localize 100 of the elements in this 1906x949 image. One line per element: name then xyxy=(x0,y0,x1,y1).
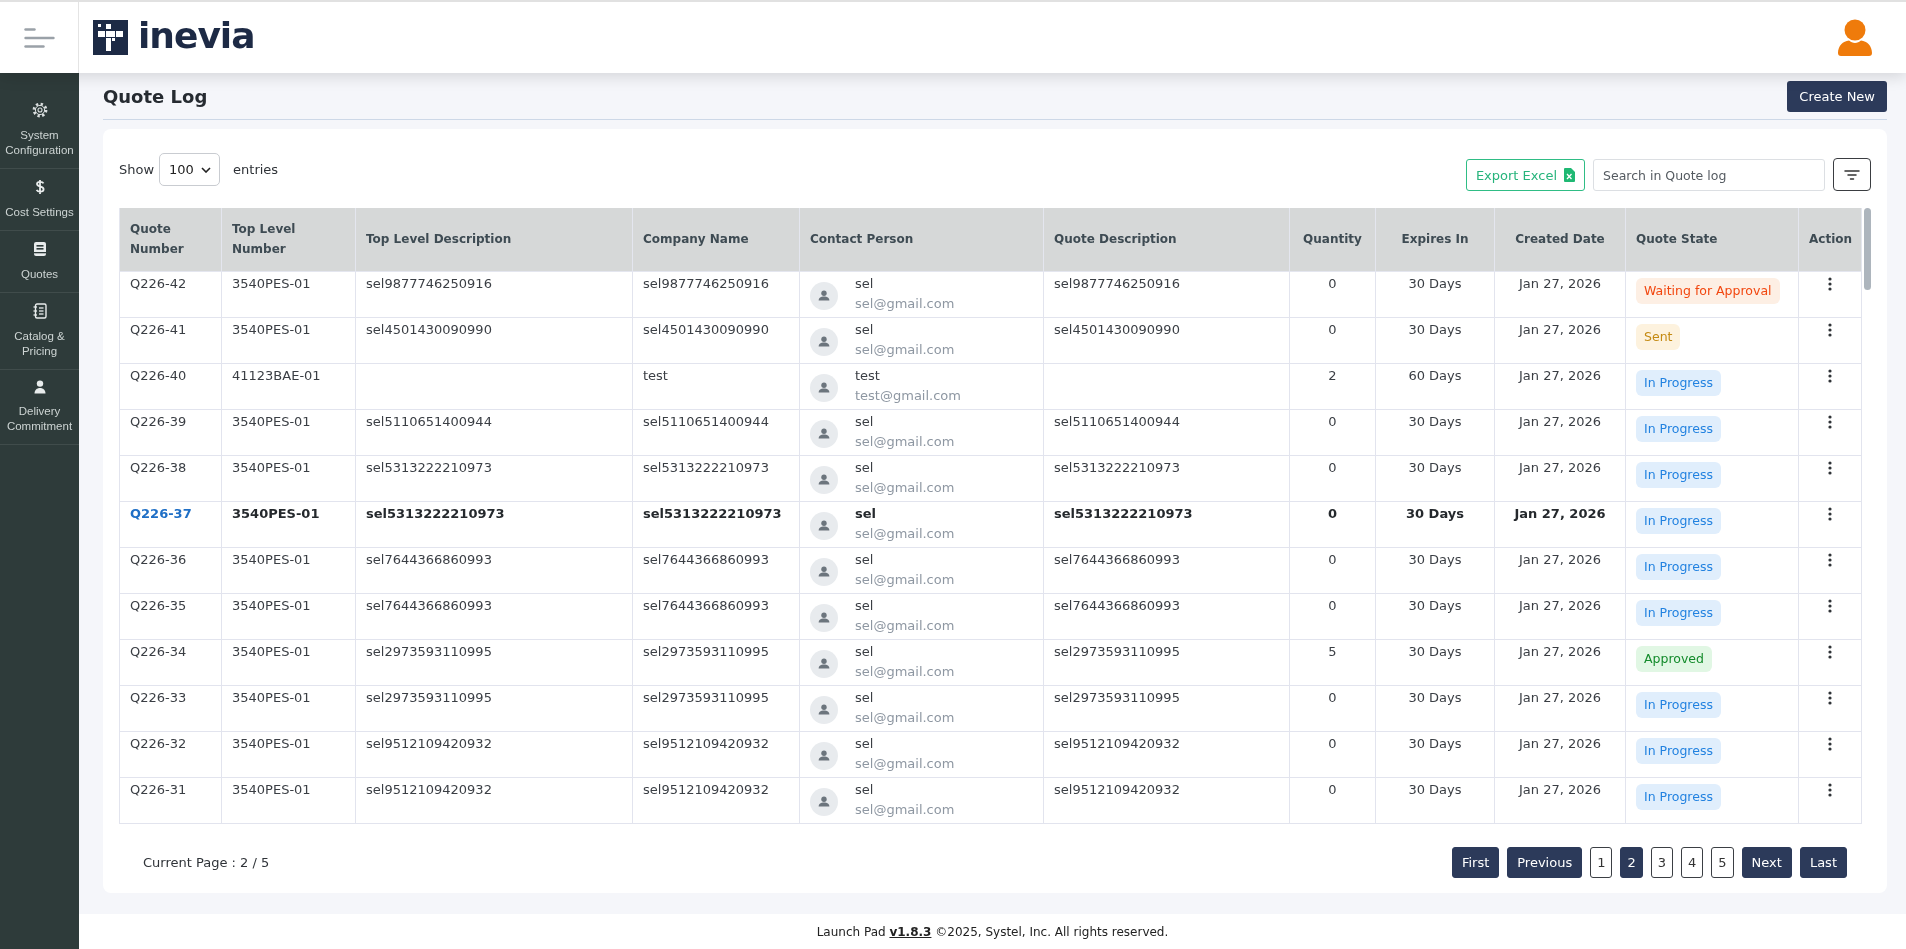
column-header: Action xyxy=(1798,208,1862,271)
page-button[interactable]: 3 xyxy=(1650,847,1674,878)
table-cell: sel5110651400944 xyxy=(355,409,633,456)
avatar-icon xyxy=(810,787,838,816)
table-cell: 0 xyxy=(1289,685,1376,732)
table-cell: Q226-42 xyxy=(119,271,222,318)
contact-email: sel@gmail.com xyxy=(855,754,955,773)
status-badge: In Progress xyxy=(1636,461,1721,488)
status-badge: In Progress xyxy=(1636,691,1721,718)
table-cell: Q226-41 xyxy=(119,317,222,364)
more-options-icon[interactable] xyxy=(1828,644,1832,659)
table-cell: 3540PES-01 xyxy=(221,317,356,364)
show-label: Show xyxy=(119,162,155,177)
first-page-button[interactable]: First xyxy=(1451,847,1500,878)
create-new-button[interactable]: Create New xyxy=(1787,81,1887,112)
menu-icon[interactable] xyxy=(23,27,55,48)
avatar-icon xyxy=(810,327,838,356)
spreadsheet-icon xyxy=(1564,168,1575,182)
table-cell: test xyxy=(632,363,800,410)
more-options-icon[interactable] xyxy=(1828,368,1832,383)
previous-page-button[interactable]: Previous xyxy=(1507,847,1583,878)
table-cell: Q226-37 xyxy=(119,501,222,548)
avatar-icon xyxy=(810,373,838,402)
page-size-select[interactable]: 100 xyxy=(159,153,221,186)
more-options-icon[interactable] xyxy=(1828,506,1832,521)
current-page-label: Current Page : 2 / 5 xyxy=(143,855,270,870)
table-cell: sel9877746250916 xyxy=(355,271,633,318)
document-icon xyxy=(32,241,47,257)
more-options-icon[interactable] xyxy=(1828,736,1832,751)
contact-name: test xyxy=(855,366,881,385)
logo-text: inevia xyxy=(138,18,255,57)
table-cell: 30 Days xyxy=(1375,455,1495,502)
version-link[interactable]: v1.8.3 xyxy=(889,924,932,939)
table-cell: sel7644366860993 xyxy=(1043,593,1290,640)
page-button[interactable]: 4 xyxy=(1681,847,1704,878)
more-options-icon[interactable] xyxy=(1828,322,1832,337)
more-options-icon[interactable] xyxy=(1828,460,1832,475)
avatar-icon xyxy=(810,419,838,448)
more-options-icon[interactable] xyxy=(1828,690,1832,705)
table-cell: sel2973593110995 xyxy=(355,639,633,686)
last-page-button[interactable]: Last xyxy=(1799,847,1847,878)
more-options-icon[interactable] xyxy=(1828,598,1832,613)
status-badge: Waiting for Approval xyxy=(1636,277,1780,304)
more-options-icon[interactable] xyxy=(1828,276,1832,291)
avatar-icon xyxy=(810,741,838,770)
table-cell: 3540PES-01 xyxy=(221,455,356,502)
more-options-icon[interactable] xyxy=(1828,782,1832,797)
page-button[interactable]: 2 xyxy=(1620,847,1643,878)
table-cell: Jan 27, 2026 xyxy=(1494,777,1626,824)
table-cell: sel2973593110995 xyxy=(632,639,800,686)
table-cell: 41123BAE-01 xyxy=(221,363,356,410)
contact-name: sel xyxy=(855,688,875,707)
table-cell: sel9512109420932 xyxy=(632,777,800,824)
table-cell: sel9512109420932 xyxy=(355,731,633,778)
column-header: Company Name xyxy=(632,208,800,271)
table-cell: Q226-36 xyxy=(119,547,222,594)
table-cell: 0 xyxy=(1289,501,1376,548)
table-cell: sel9512109420932 xyxy=(355,777,633,824)
table-cell: sel5110651400944 xyxy=(632,409,800,456)
table-cell: sel2973593110995 xyxy=(632,685,800,732)
column-header: Top Level Number xyxy=(221,208,356,271)
column-header: Quantity xyxy=(1289,208,1376,271)
table-cell: 3540PES-01 xyxy=(221,271,356,318)
status-badge: In Progress xyxy=(1636,599,1721,626)
contact-email: sel@gmail.com xyxy=(855,800,955,819)
page-button[interactable]: 1 xyxy=(1590,847,1613,878)
avatar-icon xyxy=(810,511,838,540)
table-cell: Q226-35 xyxy=(119,593,222,640)
table-cell: sel5313222210973 xyxy=(632,501,800,548)
contact-email: sel@gmail.com xyxy=(855,570,955,589)
contact-email: sel@gmail.com xyxy=(855,708,955,727)
more-options-icon[interactable] xyxy=(1828,414,1832,429)
table-cell: sel5110651400944 xyxy=(1043,409,1290,456)
contact-name: sel xyxy=(855,320,875,339)
scrollbar-thumb[interactable] xyxy=(1864,208,1871,290)
status-badge: Approved xyxy=(1636,645,1712,672)
avatar-icon xyxy=(810,281,838,310)
status-badge: In Progress xyxy=(1636,783,1721,810)
table-cell: Q226-34 xyxy=(119,639,222,686)
table-cell: 3540PES-01 xyxy=(221,409,356,456)
filter-icon xyxy=(1844,169,1860,180)
contact-email: sel@gmail.com xyxy=(855,478,955,497)
filter-button[interactable] xyxy=(1833,158,1871,191)
page-title: Quote Log xyxy=(103,86,208,108)
table-cell: sel9512109420932 xyxy=(632,731,800,778)
table-cell: 3540PES-01 xyxy=(221,639,356,686)
table-cell: 2 xyxy=(1289,363,1376,410)
column-header: Contact Person xyxy=(799,208,1044,271)
user-avatar-icon[interactable] xyxy=(1837,18,1873,57)
status-badge: In Progress xyxy=(1636,369,1721,396)
table-cell: 0 xyxy=(1289,317,1376,364)
more-options-icon[interactable] xyxy=(1828,552,1832,567)
table-cell: 0 xyxy=(1289,271,1376,318)
page-button[interactable]: 5 xyxy=(1711,847,1734,878)
table-cell: sel9877746250916 xyxy=(632,271,800,318)
search-field[interactable]: Search in Quote log xyxy=(1593,159,1825,191)
contact-name: sel xyxy=(855,734,875,753)
gear-icon xyxy=(31,102,48,118)
table-cell: 30 Days xyxy=(1375,731,1495,778)
next-page-button[interactable]: Next xyxy=(1741,847,1792,878)
